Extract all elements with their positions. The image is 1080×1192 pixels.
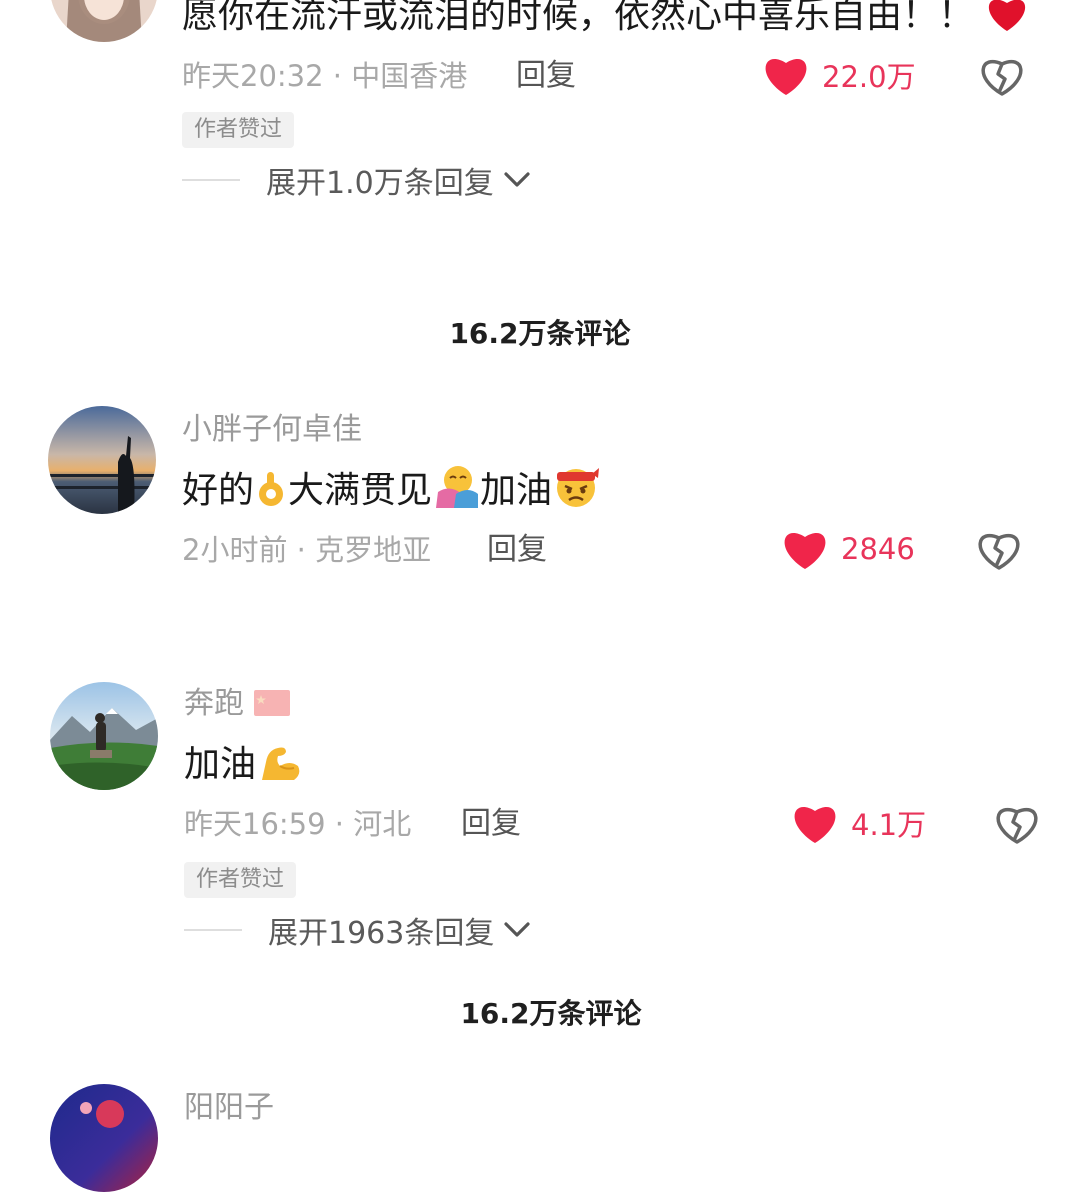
expand-replies-label: 展开1963条回复: [268, 916, 495, 951]
username[interactable]: 阳阳子: [184, 1088, 274, 1128]
author-liked-badge: 作者赞过: [184, 862, 297, 898]
comment-count-title: 16.2万条评论: [460, 997, 642, 1030]
dislike-button[interactable]: [978, 52, 1026, 100]
comment-text-part: 大满贯见: [288, 470, 433, 511]
comment-text-body: 愿你在流汗或流泪的时候，依然心中喜乐自由！！: [182, 0, 975, 36]
username[interactable]: 奔跑: [184, 684, 290, 727]
like-button[interactable]: 4.1万: [791, 798, 926, 848]
avatar[interactable]: [50, 682, 158, 790]
heart-icon: [791, 801, 839, 845]
heart-icon: [781, 527, 829, 571]
dislike-button[interactable]: [993, 800, 1041, 848]
comment-count-title: 16.2万条评论: [449, 317, 631, 350]
expand-replies-button[interactable]: 展开1.0万条回复: [182, 158, 532, 202]
comment-text-part: 加油: [480, 470, 553, 511]
dislike-button[interactable]: [975, 526, 1023, 574]
divider: [182, 179, 240, 181]
flexed-biceps-icon: [256, 740, 302, 795]
comment-time-location: 昨天20:32 · 中国香港: [182, 59, 468, 93]
like-count: 2846: [841, 532, 915, 566]
avatar[interactable]: [50, 1084, 158, 1192]
username-text: 奔跑: [184, 686, 244, 721]
comment-text-body: 加油: [184, 744, 257, 785]
reply-button[interactable]: 回复: [461, 804, 521, 844]
reply-button[interactable]: 回复: [487, 530, 547, 570]
divider: [184, 929, 242, 931]
avatar[interactable]: [48, 406, 156, 514]
china-flag-icon: [253, 687, 290, 727]
avatar[interactable]: [50, 0, 158, 42]
like-button[interactable]: 22.0万: [762, 50, 916, 100]
like-count: 22.0万: [822, 60, 916, 94]
author-liked-badge: 作者赞过: [182, 112, 295, 148]
hugging-face-icon: [432, 464, 480, 521]
chevron-down-icon: [504, 922, 530, 937]
comment-text: 加油: [184, 740, 302, 795]
broken-heart-icon: [978, 533, 1020, 570]
determined-headband-face-icon: [552, 464, 600, 521]
chevron-down-icon: [504, 172, 530, 187]
heart-icon: [762, 53, 810, 97]
red-heart-icon: [985, 0, 1029, 46]
like-count: 4.1万: [851, 808, 927, 842]
reply-button[interactable]: 回复: [516, 56, 576, 96]
comment-time-location: 昨天16:59 · 河北: [184, 807, 412, 841]
ok-hand-icon: [254, 468, 288, 521]
expand-replies-button[interactable]: 展开1963条回复: [184, 908, 532, 952]
comment-text: 好的 大满贯见 加油: [182, 464, 600, 521]
username[interactable]: 小胖子何卓佳: [182, 410, 362, 450]
broken-heart-icon: [981, 59, 1023, 96]
comment-text-part: 好的: [182, 470, 255, 511]
expand-replies-label: 展开1.0万条回复: [266, 166, 494, 201]
like-button[interactable]: 2846: [781, 524, 915, 574]
comment-text: 愿你在流汗或流泪的时候，依然心中喜乐自由！！: [182, 0, 1029, 46]
broken-heart-icon: [996, 807, 1038, 844]
comment-time-location: 2小时前 · 克罗地亚: [182, 533, 432, 567]
